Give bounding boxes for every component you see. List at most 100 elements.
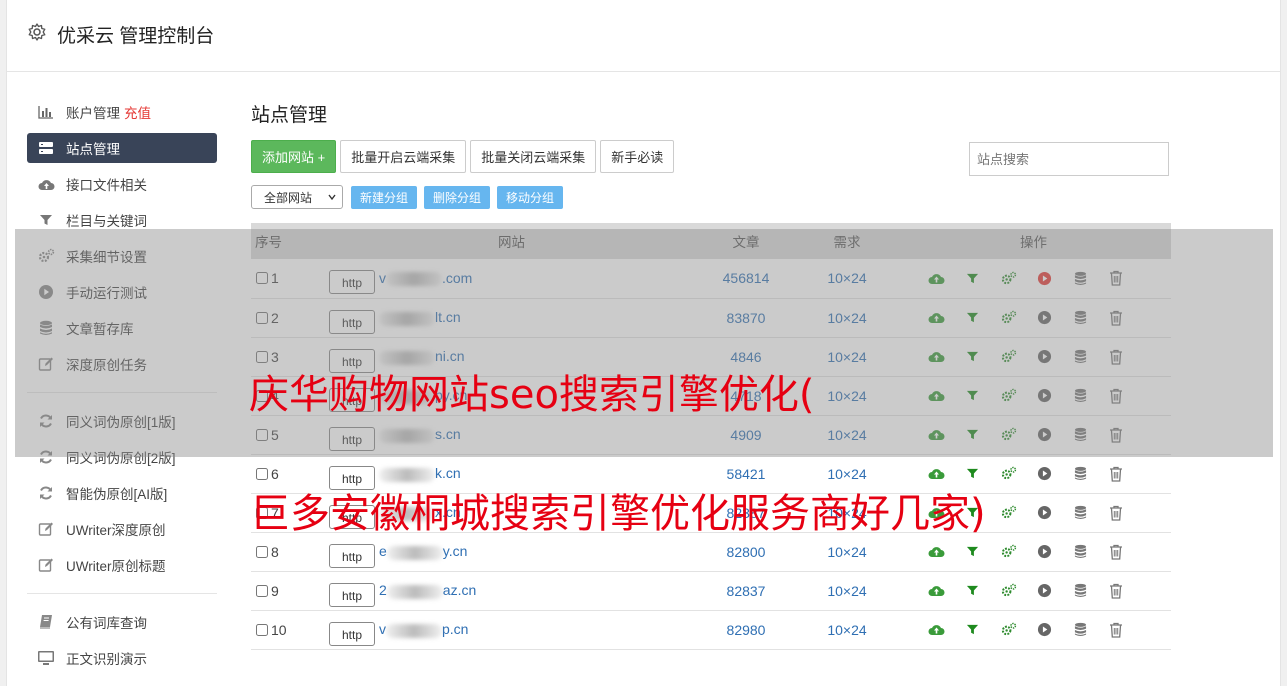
- gears-icon[interactable]: [990, 464, 1026, 484]
- demand-value[interactable]: 10×24: [798, 454, 896, 493]
- gears-icon[interactable]: [990, 503, 1026, 523]
- sidebar-item-sidebar-group1-1[interactable]: 站点管理: [27, 133, 217, 163]
- sidebar-item-label: 智能伪原创[AI版]: [66, 487, 168, 502]
- demand-value[interactable]: 10×24: [798, 532, 896, 571]
- redacted-blur: [386, 584, 443, 599]
- row-num: 9: [271, 582, 279, 599]
- play-circle-icon[interactable]: [1026, 620, 1062, 640]
- table-row: 8 http e y.cn 82800 10×24: [251, 532, 1171, 571]
- sidebar-item-label: 站点管理: [66, 142, 120, 157]
- sidebar-item-sidebar-group2-3[interactable]: UWriter深度原创: [27, 511, 217, 547]
- gear-icon: [28, 23, 46, 41]
- ops-cell: [896, 610, 1171, 649]
- add-site-button[interactable]: 添加网站 +: [251, 139, 337, 173]
- site-prefix: v: [379, 621, 386, 638]
- http-badge: http: [329, 465, 375, 490]
- demand-value[interactable]: 10×24: [798, 571, 896, 610]
- watermark-line-1: 庆华购物网站seo搜索引擎优化(: [249, 372, 815, 418]
- group-select-value: 全部网站: [264, 190, 313, 205]
- sidebar-item-label: 公有词库查询: [66, 616, 147, 631]
- edit-icon: [37, 520, 55, 538]
- trash-icon[interactable]: [1098, 503, 1134, 523]
- article-count[interactable]: 58421: [694, 454, 798, 493]
- batch-close-cloud-button[interactable]: 批量关闭云端采集: [470, 139, 597, 173]
- row-num: 6: [271, 465, 279, 482]
- batch-open-cloud-button[interactable]: 批量开启云端采集: [340, 139, 467, 173]
- sidebar-item-sidebar-group2-2[interactable]: 智能伪原创[AI版]: [27, 475, 217, 511]
- row-checkbox[interactable]: [256, 623, 268, 636]
- database-icon[interactable]: [1062, 581, 1098, 601]
- row-checkbox[interactable]: [256, 584, 268, 597]
- site-search-input[interactable]: [969, 142, 1169, 176]
- delete-group-button[interactable]: 删除分组: [424, 185, 491, 209]
- filter-icon[interactable]: [954, 620, 990, 640]
- cloud-upload-icon: [37, 175, 55, 193]
- sidebar-item-sidebar-group3-0[interactable]: 公有词库查询: [27, 604, 217, 640]
- gears-icon[interactable]: [990, 581, 1026, 601]
- site-suffix: y.cn: [442, 543, 468, 560]
- database-icon[interactable]: [1062, 620, 1098, 640]
- redacted-blur: [386, 545, 443, 560]
- server-icon: [37, 139, 55, 157]
- filter-icon[interactable]: [954, 542, 990, 562]
- database-icon[interactable]: [1062, 542, 1098, 562]
- play-circle-icon[interactable]: [1026, 581, 1062, 601]
- group-select[interactable]: 全部网站: [251, 185, 343, 209]
- database-icon[interactable]: [1062, 464, 1098, 484]
- newbie-guide-button[interactable]: 新手必读: [600, 139, 675, 173]
- sidebar-item-label: 栏目与关键词: [66, 214, 147, 229]
- database-icon[interactable]: [1062, 503, 1098, 523]
- sidebar-item-label: UWriter深度原创: [66, 523, 166, 538]
- site-link[interactable]: v p.cn: [379, 621, 469, 638]
- site-cell: http k.cn: [329, 454, 694, 493]
- monitor-icon: [37, 649, 55, 667]
- cloud-upload-icon[interactable]: [918, 542, 954, 562]
- table-row: 6 http k.cn 58421 10×24: [251, 454, 1171, 493]
- play-circle-icon[interactable]: [1026, 503, 1062, 523]
- filter-icon[interactable]: [954, 581, 990, 601]
- demand-value[interactable]: 10×24: [798, 610, 896, 649]
- redacted-blur: [379, 467, 435, 482]
- table-row: 9 http 2 az.cn 82837 10×24: [251, 571, 1171, 610]
- row-num: 10: [271, 621, 287, 638]
- sidebar-item-sidebar-group2-4[interactable]: UWriter原创标题: [27, 547, 217, 583]
- gears-icon[interactable]: [990, 542, 1026, 562]
- redacted-blur: [386, 623, 442, 638]
- sidebar-item-sidebar-group1-2[interactable]: 接口文件相关: [27, 166, 217, 202]
- watermark-line-2: 巨多安徽桐城搜索引擎优化服务商好几家): [250, 491, 986, 537]
- cloud-upload-icon[interactable]: [918, 464, 954, 484]
- move-group-button[interactable]: 移动分组: [497, 185, 564, 209]
- cloud-upload-icon[interactable]: [918, 581, 954, 601]
- article-count[interactable]: 82800: [694, 532, 798, 571]
- row-checkbox[interactable]: [256, 467, 268, 480]
- sidebar-item-sidebar-group3-1[interactable]: 正文识别演示: [27, 640, 217, 676]
- trash-icon[interactable]: [1098, 620, 1134, 640]
- trash-icon[interactable]: [1098, 542, 1134, 562]
- row-checkbox[interactable]: [256, 545, 268, 558]
- article-count[interactable]: 82837: [694, 571, 798, 610]
- http-badge: http: [329, 582, 375, 607]
- cloud-upload-icon[interactable]: [918, 620, 954, 640]
- ops-cell: [896, 454, 1171, 493]
- edit-icon: [37, 556, 55, 574]
- play-circle-icon[interactable]: [1026, 542, 1062, 562]
- sidebar-item-label: 接口文件相关: [66, 178, 147, 193]
- filter-icon[interactable]: [954, 464, 990, 484]
- site-link[interactable]: e y.cn: [379, 543, 468, 560]
- row-num-cell: 6: [251, 454, 329, 493]
- sidebar-item-sidebar-group1-0[interactable]: 账户管理 充值: [27, 94, 217, 130]
- http-badge: http: [329, 621, 375, 646]
- gears-icon[interactable]: [990, 620, 1026, 640]
- play-circle-icon[interactable]: [1026, 464, 1062, 484]
- site-link[interactable]: k.cn: [379, 465, 461, 482]
- article-count[interactable]: 82980: [694, 610, 798, 649]
- site-link[interactable]: 2 az.cn: [379, 582, 476, 599]
- new-group-button[interactable]: 新建分组: [351, 185, 418, 209]
- recharge-link[interactable]: 充值: [124, 102, 151, 122]
- book-icon: [37, 613, 55, 631]
- trash-icon[interactable]: [1098, 581, 1134, 601]
- nav-divider: [27, 593, 217, 594]
- site-suffix: p.cn: [442, 621, 469, 638]
- trash-icon[interactable]: [1098, 464, 1134, 484]
- filter-icon: [37, 211, 55, 229]
